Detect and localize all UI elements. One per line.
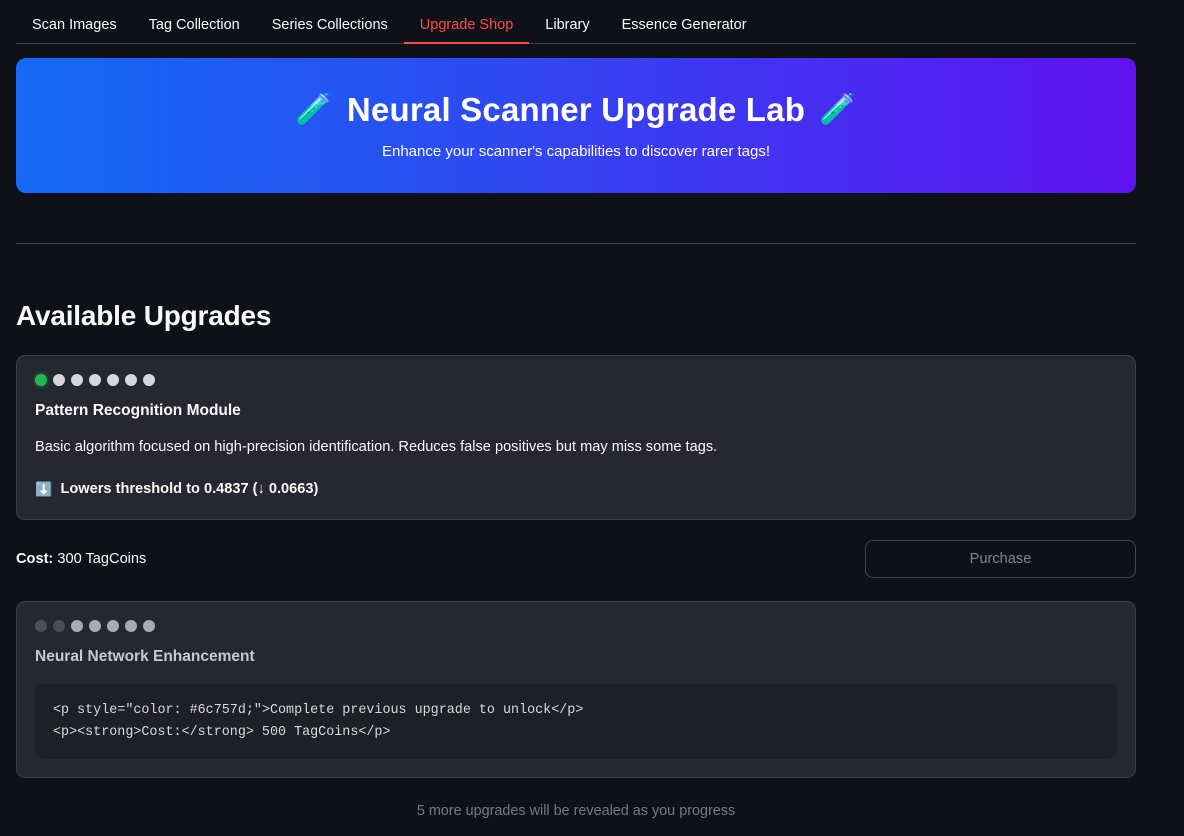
upgrade-title: Pattern Recognition Module [35,402,241,419]
upgrade-progress-dots-locked [35,619,1117,632]
test-tube-icon-left: 🧪 [295,93,333,126]
more-upgrades-note: 5 more upgrades will be revealed as you … [416,803,736,820]
purchase-button[interactable]: Purchase [865,539,1136,578]
tab-library[interactable]: Library [529,17,605,45]
progress-dot [89,374,101,386]
upgrade-effect: ⬇️ Lowers threshold to 0.4837 (↓ 0.0663) [35,481,1117,497]
purchase-row: Cost: 300 TagCoins Purchase [16,539,1136,578]
available-upgrades-heading: Available Upgrades [16,300,272,331]
hero-banner: 🧪 Neural Scanner Upgrade Lab 🧪 Enhance y… [16,58,1136,193]
progress-dot [125,619,137,632]
progress-dot [143,374,155,386]
tab-scan-images[interactable]: Scan Images [16,17,133,45]
cost-label: Cost: [16,550,54,567]
page-title: 🧪 Neural Scanner Upgrade Lab 🧪 [295,91,856,129]
tab-upgrade-shop[interactable]: Upgrade Shop [403,17,530,45]
progress-dot [53,374,65,386]
progress-dot [125,374,137,386]
progress-dot [107,374,119,386]
progress-dot [89,619,101,632]
progress-dot [71,374,83,386]
hero-subtitle: Enhance your scanner's capabilities to d… [381,143,771,160]
cost-value: 300 TagCoins [57,550,147,567]
section-divider [16,243,1136,244]
main-nav: Scan Images Tag Collection Series Collec… [0,0,1184,44]
raw-html-code-block: <p style="color: #6c757d;">Complete prev… [35,683,1117,760]
down-arrow-icon: ⬇️ [35,480,53,497]
progress-dot [107,619,119,632]
test-tube-icon-right: 🧪 [819,93,857,126]
progress-dot [71,619,83,632]
upgrade-title-locked: Neural Network Enhancement [35,647,255,665]
progress-dot [35,619,47,632]
tab-tag-collection[interactable]: Tag Collection [133,17,256,45]
tab-essence-generator[interactable]: Essence Generator [606,17,763,45]
upgrade-progress-dots [35,374,1117,386]
upgrade-effect-text: Lowers threshold to 0.4837 (↓ 0.0663) [60,480,319,497]
upgrade-card-pattern-recognition-module: Pattern Recognition Module Basic algorit… [16,355,1136,520]
tab-series-collections[interactable]: Series Collections [256,17,404,45]
progress-dot [53,619,65,632]
progress-dot [143,619,155,632]
upgrade-description: Basic algorithm focused on high-precisio… [35,439,718,455]
cost-display: Cost: 300 TagCoins [16,551,146,567]
progress-dot [35,374,47,386]
upgrade-card-neural-network-enhancement: Neural Network Enhancement <p style="col… [16,600,1136,779]
hero-title-text: Neural Scanner Upgrade Lab [346,91,806,128]
code-line-2: <p><strong>Cost:</strong> 500 TagCoins</… [53,724,391,740]
code-line-1: <p style="color: #6c757d;">Complete prev… [53,702,584,718]
